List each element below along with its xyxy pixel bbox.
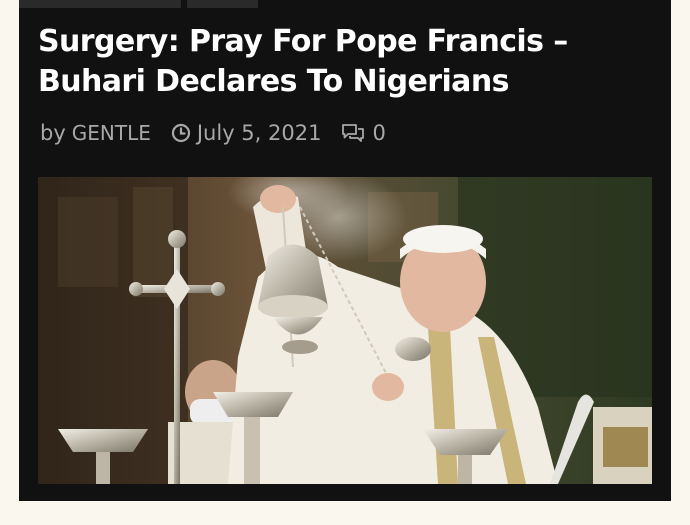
publish-date-text: July 5, 2021 xyxy=(196,121,322,145)
category-tab[interactable] xyxy=(187,0,258,8)
comment-count: 0 xyxy=(372,121,386,145)
article-title[interactable]: Surgery: Pray For Pope Francis – Buhari … xyxy=(38,22,658,102)
author-link[interactable]: GENTLE xyxy=(72,117,151,149)
category-tab[interactable] xyxy=(19,0,181,8)
byline-prefix: by xyxy=(40,121,66,145)
article-meta: by GENTLE July 5, 2021 0 xyxy=(40,117,386,149)
pope-censer-photo xyxy=(38,177,652,484)
article-featured-image[interactable] xyxy=(38,177,652,484)
comment-bubbles-icon xyxy=(342,124,365,142)
clock-icon xyxy=(171,123,190,143)
publish-date[interactable]: July 5, 2021 xyxy=(171,117,322,149)
comments-link[interactable]: 0 xyxy=(341,117,386,149)
